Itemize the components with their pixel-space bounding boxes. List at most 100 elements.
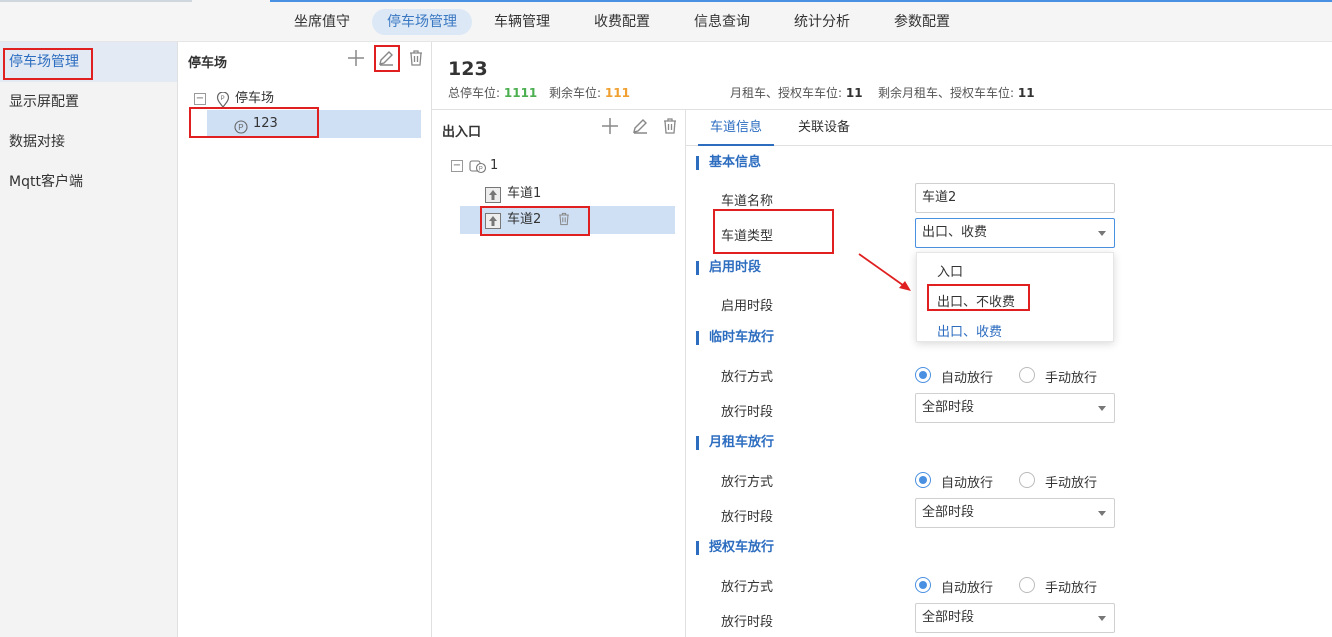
svg-text:P: P xyxy=(221,96,225,102)
tab-lane-info[interactable]: 车道信息 xyxy=(698,110,775,146)
chevron-down-icon xyxy=(1098,616,1106,621)
dropdown-option-exit-free[interactable]: 出口、不收费 xyxy=(937,291,1015,310)
sidebar-item-parking-management[interactable]: 停车场管理 xyxy=(0,42,177,82)
temp-release-time-label: 放行时段 xyxy=(721,405,774,420)
dropdown-option-exit-charged[interactable]: 出口、收费 xyxy=(937,321,1002,340)
tree-node-label: 车道2 xyxy=(507,212,542,227)
lane-type-select[interactable]: 出口、收费 xyxy=(915,218,1115,248)
stat-label: 月租车、授权车车位: xyxy=(730,86,843,100)
lane-icon xyxy=(485,212,501,240)
nav-tab-parking-management[interactable]: 停车场管理 xyxy=(372,9,472,35)
delete-icon[interactable] xyxy=(406,48,426,68)
temp-release-time-value: 全部时段 xyxy=(922,400,975,415)
stat-value: 11 xyxy=(1017,86,1035,100)
enable-period-label: 启用时段 xyxy=(721,299,774,314)
monthly-release-time-label: 放行时段 xyxy=(721,510,774,525)
gate-tree-panel: 出入口 − P 1 车道1 车道2 xyxy=(432,110,686,637)
temp-manual-release-radio[interactable] xyxy=(1019,367,1035,383)
section-monthly-release: 月租车放行 xyxy=(696,436,774,450)
auth-manual-release-radio[interactable] xyxy=(1019,577,1035,593)
auth-auto-release-label: 自动放行 xyxy=(941,581,994,596)
edit-icon[interactable] xyxy=(630,116,650,136)
section-temp-release: 临时车放行 xyxy=(696,331,774,345)
nav-tab-info-query[interactable]: 信息查询 xyxy=(679,9,765,35)
gate-panel-title: 出入口 xyxy=(442,125,482,140)
monthly-release-time-select[interactable]: 全部时段 xyxy=(915,498,1115,528)
stat-value: 11 xyxy=(845,86,863,100)
auth-release-time-label: 放行时段 xyxy=(721,615,774,630)
tab-linked-devices[interactable]: 关联设备 xyxy=(786,110,862,146)
chevron-down-icon xyxy=(1098,406,1106,411)
tree-node-parking-root[interactable]: − P 停车场 xyxy=(192,85,422,113)
svg-text:P: P xyxy=(238,123,243,132)
monthly-auto-release-label: 自动放行 xyxy=(941,476,994,491)
detail-tabs: 车道信息 关联设备 xyxy=(686,110,1332,146)
temp-auto-release-radio[interactable] xyxy=(915,367,931,383)
tree-node-lane-2[interactable]: 车道2 xyxy=(460,206,675,234)
nav-tab-fee-config[interactable]: 收费配置 xyxy=(579,9,665,35)
section-enable-period: 启用时段 xyxy=(696,261,761,275)
stat-remaining-spaces: 剩余车位: 111 xyxy=(549,84,630,101)
nav-tab-vehicle-management[interactable]: 车辆管理 xyxy=(479,9,565,35)
sidebar: 停车场管理 显示屏配置 数据对接 Mqtt客户端 xyxy=(0,42,178,637)
sidebar-item-display-config[interactable]: 显示屏配置 xyxy=(0,82,177,122)
nav-tab-statistics[interactable]: 统计分析 xyxy=(779,9,865,35)
lane-type-label: 车道类型 xyxy=(721,229,774,244)
tree-node-label: 123 xyxy=(253,116,278,131)
stat-label: 剩余月租车、授权车车位: xyxy=(878,86,1015,100)
temp-release-time-select[interactable]: 全部时段 xyxy=(915,393,1115,423)
stat-label: 总停车位: xyxy=(448,86,501,100)
auth-manual-release-label: 手动放行 xyxy=(1045,581,1098,596)
parking-circle-icon: P xyxy=(234,117,248,145)
collapse-toggle-icon[interactable]: − xyxy=(451,160,463,172)
tree-node-lane-1[interactable]: 车道1 xyxy=(460,180,675,208)
add-icon[interactable] xyxy=(600,116,620,136)
stat-total-spaces: 总停车位: 1111 xyxy=(448,84,537,101)
nav-tab-param-config[interactable]: 参数配置 xyxy=(879,9,965,35)
temp-manual-release-label: 手动放行 xyxy=(1045,371,1098,386)
lane-type-dropdown: 入口 出口、不收费 出口、收费 xyxy=(916,252,1114,342)
tree-node-label: 1 xyxy=(490,158,499,173)
stat-monthly-remaining-spaces: 剩余月租车、授权车车位: 11 xyxy=(878,84,1035,101)
chevron-down-icon xyxy=(1098,231,1106,236)
tree-node-label: 车道1 xyxy=(507,186,542,201)
edit-icon[interactable] xyxy=(376,48,396,68)
tree-node-gate-1[interactable]: − P 1 xyxy=(449,152,669,180)
tree-node-label: 停车场 xyxy=(235,91,275,106)
stat-monthly-spaces: 月租车、授权车车位: 11 xyxy=(730,84,863,101)
parking-lot-tree-panel: 停车场 − P 停车场 P 123 xyxy=(178,42,432,637)
nav-tab-seat-duty[interactable]: 坐席值守 xyxy=(279,9,365,35)
lane-type-value: 出口、收费 xyxy=(922,225,988,240)
monthly-release-mode-label: 放行方式 xyxy=(721,475,774,490)
parking-lot-panel-title: 停车场 xyxy=(188,56,228,71)
dropdown-option-entrance[interactable]: 入口 xyxy=(937,261,963,280)
delete-icon[interactable] xyxy=(660,116,680,136)
tree-node-lot-123[interactable]: P 123 xyxy=(207,110,421,138)
delete-lane-icon[interactable] xyxy=(556,210,572,239)
add-icon[interactable] xyxy=(346,48,366,68)
monthly-auto-release-radio[interactable] xyxy=(915,472,931,488)
stat-value: 111 xyxy=(604,86,630,100)
section-auth-release: 授权车放行 xyxy=(696,541,774,555)
auth-release-time-select[interactable]: 全部时段 xyxy=(915,603,1115,633)
top-nav-bar: 坐席值守 停车场管理 车辆管理 收费配置 信息查询 统计分析 参数配置 xyxy=(0,0,1332,42)
lot-name-title: 123 xyxy=(448,58,488,80)
lot-header: 123 总停车位: 1111 剩余车位: 111 月租车、授权车车位: 11 剩… xyxy=(432,42,1332,110)
lane-name-input[interactable]: 车道2 xyxy=(915,183,1115,213)
sidebar-item-data-integration[interactable]: 数据对接 xyxy=(0,122,177,162)
temp-release-mode-label: 放行方式 xyxy=(721,370,774,385)
sidebar-item-mqtt-client[interactable]: Mqtt客户端 xyxy=(0,162,177,202)
top-accent-line-left xyxy=(0,0,192,2)
collapse-toggle-icon[interactable]: − xyxy=(194,93,206,105)
monthly-manual-release-label: 手动放行 xyxy=(1045,476,1098,491)
svg-text:P: P xyxy=(479,167,483,173)
temp-auto-release-label: 自动放行 xyxy=(941,371,994,386)
chevron-down-icon xyxy=(1098,511,1106,516)
auth-auto-release-radio[interactable] xyxy=(915,577,931,593)
lane-name-label: 车道名称 xyxy=(721,194,774,209)
stat-label: 剩余车位: xyxy=(549,86,602,100)
annotation-arrow xyxy=(858,253,911,291)
stat-value: 1111 xyxy=(503,86,538,100)
monthly-manual-release-radio[interactable] xyxy=(1019,472,1035,488)
auth-release-time-value: 全部时段 xyxy=(922,610,975,625)
